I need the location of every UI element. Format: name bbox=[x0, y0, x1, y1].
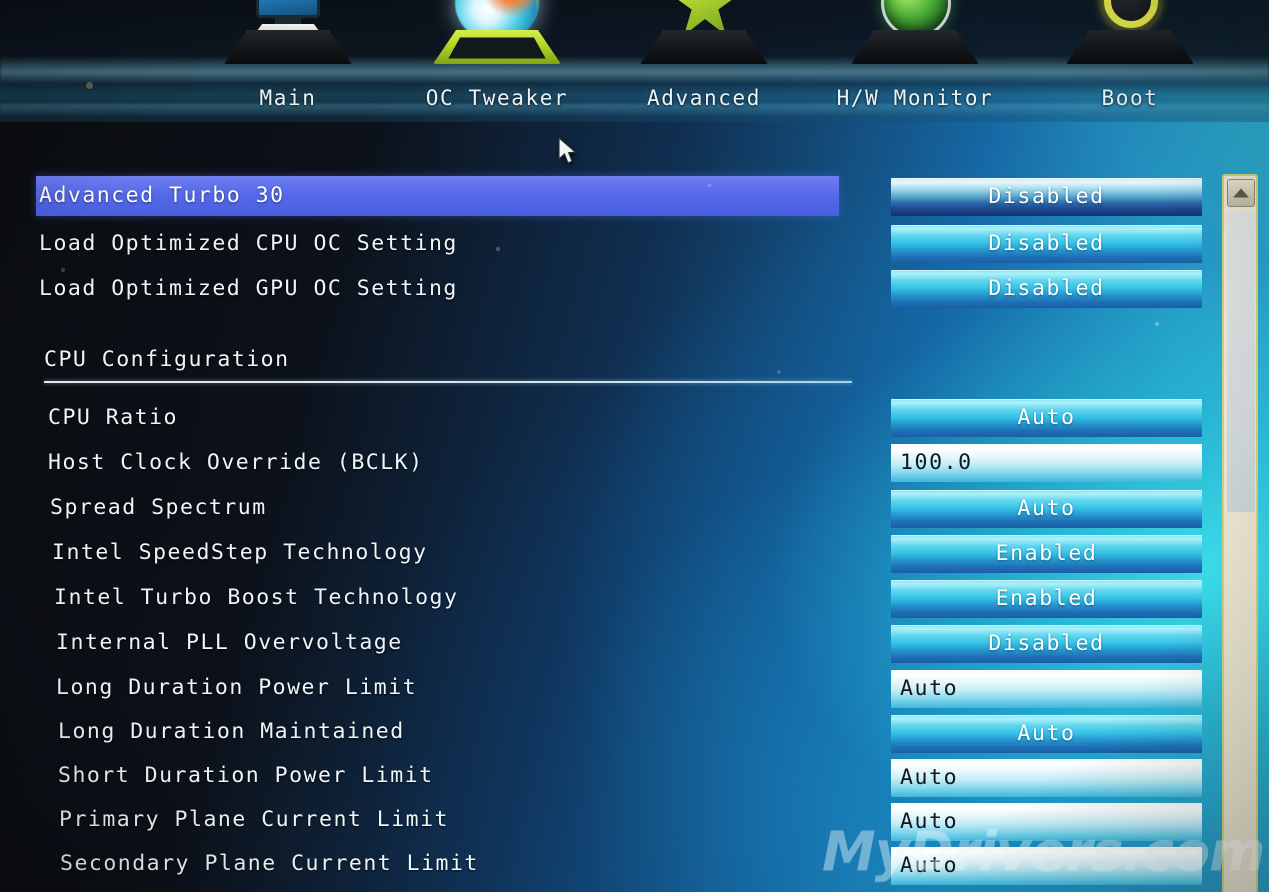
setting-label: Load Optimized GPU OC Setting bbox=[39, 276, 458, 301]
tab-hw-monitor-label: H/W Monitor bbox=[836, 86, 994, 110]
setting-label: Advanced Turbo 30 bbox=[39, 183, 285, 208]
setting-label: CPU Ratio bbox=[48, 405, 178, 430]
tab-main-label: Main bbox=[259, 86, 317, 110]
setting-row-intel-turbo-boost-technology[interactable]: Intel Turbo Boost Technology Enabled bbox=[0, 577, 1269, 619]
scrollbar-thumb[interactable] bbox=[1227, 212, 1255, 512]
setting-value-dropdown[interactable]: Disabled bbox=[891, 178, 1202, 216]
bios-screen: Main OC Tweaker Advanced H/W Monitor Boo… bbox=[0, 0, 1269, 892]
setting-value-text: Auto bbox=[1017, 496, 1076, 521]
setting-value-input[interactable]: Auto bbox=[891, 847, 1202, 885]
tab-advanced-label: Advanced bbox=[647, 86, 761, 110]
setting-label: Spread Spectrum bbox=[50, 495, 267, 520]
setting-label: Internal PLL Overvoltage bbox=[56, 630, 403, 655]
setting-row-spread-spectrum[interactable]: Spread Spectrum Auto bbox=[0, 487, 1269, 529]
setting-row-secondary-plane-current-limit[interactable]: Secondary Plane Current Limit Auto bbox=[0, 843, 1269, 885]
setting-value-dropdown[interactable]: Auto bbox=[891, 399, 1202, 437]
setting-row-host-clock-override-bclk[interactable]: Host Clock Override (BCLK) 100.0 bbox=[0, 442, 1269, 484]
setting-value-text: 100.0 bbox=[900, 450, 973, 475]
setting-label: Host Clock Override (BCLK) bbox=[48, 450, 424, 475]
setting-value-text: Disabled bbox=[988, 276, 1105, 301]
setting-value-text: Disabled bbox=[988, 184, 1105, 209]
setting-value-input[interactable]: 100.0 bbox=[891, 444, 1202, 482]
setting-value-dropdown[interactable]: Disabled bbox=[891, 225, 1202, 263]
setting-row-long-duration-maintained[interactable]: Long Duration Maintained Auto bbox=[0, 711, 1269, 753]
tab-oc-tweaker-label: OC Tweaker bbox=[425, 86, 569, 110]
setting-label: Intel SpeedStep Technology bbox=[52, 540, 428, 565]
tab-boot[interactable]: Boot bbox=[1030, 0, 1230, 122]
setting-row-primary-plane-current-limit[interactable]: Primary Plane Current Limit Auto bbox=[0, 799, 1269, 841]
setting-value-text: Auto bbox=[900, 809, 959, 834]
setting-value-dropdown[interactable]: Enabled bbox=[891, 535, 1202, 573]
setting-value-dropdown[interactable]: Disabled bbox=[891, 625, 1202, 663]
vertical-scrollbar[interactable] bbox=[1222, 174, 1258, 892]
power-ring-icon bbox=[1055, 0, 1205, 78]
setting-row-load-optimized-gpu-oc-setting[interactable]: Load Optimized GPU OC Setting Disabled bbox=[0, 268, 1269, 310]
star-icon bbox=[629, 0, 779, 78]
setting-value-text: Auto bbox=[900, 676, 959, 701]
tab-boot-label: Boot bbox=[1101, 86, 1159, 110]
settings-list: Advanced Turbo 30 Disabled Load Optimize… bbox=[0, 122, 1269, 892]
setting-value-dropdown[interactable]: Auto bbox=[891, 715, 1202, 753]
monitor-keyboard-icon bbox=[213, 0, 363, 78]
scroll-up-arrow-glyph bbox=[1233, 188, 1249, 198]
tab-main[interactable]: Main bbox=[188, 0, 388, 122]
tab-hw-monitor[interactable]: H/W Monitor bbox=[815, 0, 1015, 122]
setting-row-load-optimized-cpu-oc-setting[interactable]: Load Optimized CPU OC Setting Disabled bbox=[0, 223, 1269, 265]
setting-label: Primary Plane Current Limit bbox=[59, 807, 449, 832]
setting-value-text: Enabled bbox=[995, 541, 1098, 566]
green-gauge-icon bbox=[840, 0, 990, 78]
tab-oc-tweaker[interactable]: OC Tweaker bbox=[397, 0, 597, 122]
setting-value-dropdown[interactable]: Enabled bbox=[891, 580, 1202, 618]
setting-row-advanced-turbo-30[interactable]: Advanced Turbo 30 Disabled bbox=[0, 176, 1269, 218]
setting-row-long-duration-power-limit[interactable]: Long Duration Power Limit Auto bbox=[0, 667, 1269, 709]
scroll-up-arrow-icon[interactable] bbox=[1227, 179, 1255, 207]
setting-value-input[interactable]: Auto bbox=[891, 670, 1202, 708]
setting-value-text: Auto bbox=[1017, 405, 1076, 430]
setting-label: Short Duration Power Limit bbox=[58, 763, 434, 788]
setting-value-dropdown[interactable]: Disabled bbox=[891, 270, 1202, 308]
setting-value-input[interactable]: Auto bbox=[891, 803, 1202, 841]
oc-orb-icon bbox=[422, 0, 572, 78]
tab-advanced[interactable]: Advanced bbox=[604, 0, 804, 122]
section-divider bbox=[44, 381, 852, 383]
setting-row-internal-pll-overvoltage[interactable]: Internal PLL Overvoltage Disabled bbox=[0, 622, 1269, 664]
setting-label: Secondary Plane Current Limit bbox=[60, 851, 479, 876]
setting-value-text: Auto bbox=[900, 853, 959, 878]
mouse-pointer-icon bbox=[558, 136, 580, 167]
setting-value-text: Enabled bbox=[995, 586, 1098, 611]
setting-label: Long Duration Maintained bbox=[58, 719, 405, 744]
setting-value-input[interactable]: Auto bbox=[891, 759, 1202, 797]
setting-label: Load Optimized CPU OC Setting bbox=[39, 231, 458, 256]
section-heading-cpu-configuration: CPU Configuration bbox=[44, 347, 290, 372]
setting-label: Long Duration Power Limit bbox=[56, 675, 418, 700]
bios-top-navigation: Main OC Tweaker Advanced H/W Monitor Boo… bbox=[0, 0, 1269, 122]
setting-value-text: Disabled bbox=[988, 631, 1105, 656]
setting-value-text: Disabled bbox=[988, 231, 1105, 256]
setting-row-cpu-ratio[interactable]: CPU Ratio Auto bbox=[0, 397, 1269, 439]
setting-value-text: Auto bbox=[900, 765, 959, 790]
setting-value-text: Auto bbox=[1017, 721, 1076, 746]
setting-value-dropdown[interactable]: Auto bbox=[891, 490, 1202, 528]
setting-label: Intel Turbo Boost Technology bbox=[54, 585, 459, 610]
setting-row-intel-speedstep-technology[interactable]: Intel SpeedStep Technology Enabled bbox=[0, 532, 1269, 574]
setting-row-short-duration-power-limit[interactable]: Short Duration Power Limit Auto bbox=[0, 755, 1269, 797]
